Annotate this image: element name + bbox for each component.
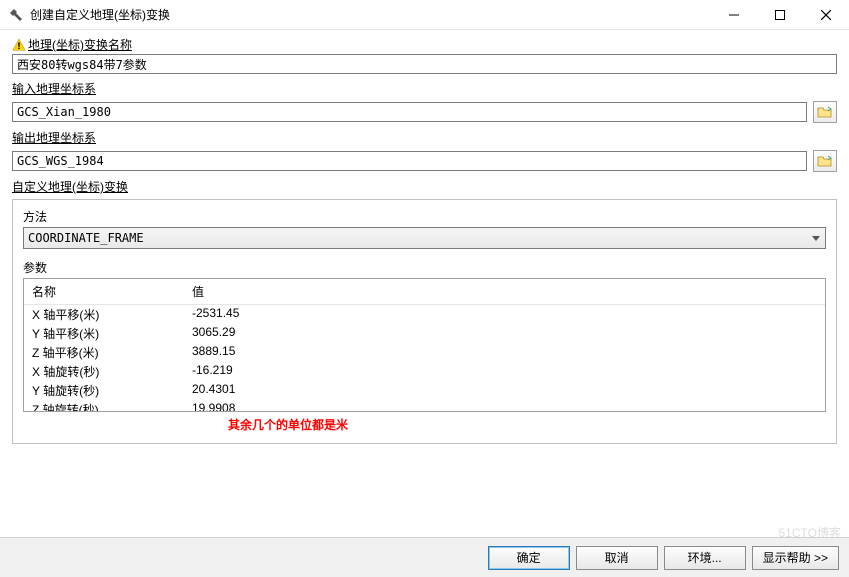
column-header-name[interactable]: 名称	[24, 279, 184, 304]
method-select[interactable]: COORDINATE_FRAME	[23, 227, 826, 249]
params-table: 名称 值 X 轴平移(米)-2531.45Y 轴平移(米)3065.29Z 轴平…	[23, 278, 826, 412]
name-input[interactable]	[12, 54, 837, 74]
param-row[interactable]: Y 轴旋转(秒)20.4301	[24, 381, 825, 400]
param-name: Y 轴平移(米)	[32, 325, 192, 342]
param-value[interactable]: -2531.45	[192, 306, 817, 323]
output-crs-label: 输出地理坐标系	[12, 129, 837, 146]
minimize-button[interactable]	[711, 0, 757, 29]
method-label: 方法	[23, 208, 826, 225]
maximize-button[interactable]	[757, 0, 803, 29]
window-titlebar: 创建自定义地理(坐标)变换	[0, 0, 849, 30]
output-crs-field[interactable]	[12, 151, 807, 171]
window-title: 创建自定义地理(坐标)变换	[30, 6, 711, 23]
show-help-button[interactable]: 显示帮助 >>	[752, 546, 839, 570]
param-name: Z 轴平移(米)	[32, 344, 192, 361]
custom-transform-label: 自定义地理(坐标)变换	[12, 178, 837, 195]
param-row[interactable]: Y 轴平移(米)3065.29	[24, 324, 825, 343]
param-name: Z 轴旋转(秒)	[32, 401, 192, 411]
param-value[interactable]: 19.9908	[192, 401, 817, 411]
param-name: X 轴平移(米)	[32, 306, 192, 323]
warning-icon	[12, 38, 26, 52]
param-row[interactable]: Z 轴平移(米)3889.15	[24, 343, 825, 362]
cancel-button[interactable]: 取消	[576, 546, 658, 570]
param-row[interactable]: Z 轴旋转(秒)19.9908	[24, 400, 825, 411]
close-button[interactable]	[803, 0, 849, 29]
note-others: 其余几个的单位都是米	[228, 416, 826, 433]
folder-open-icon	[817, 105, 833, 119]
param-value[interactable]: 3889.15	[192, 344, 817, 361]
ok-button[interactable]: 确定	[488, 546, 570, 570]
param-row[interactable]: X 轴旋转(秒)-16.219	[24, 362, 825, 381]
param-name: X 轴旋转(秒)	[32, 363, 192, 380]
environment-button[interactable]: 环境...	[664, 546, 746, 570]
param-value[interactable]: 3065.29	[192, 325, 817, 342]
params-scroll[interactable]: 名称 值 X 轴平移(米)-2531.45Y 轴平移(米)3065.29Z 轴平…	[24, 279, 825, 411]
output-crs-browse-button[interactable]	[813, 150, 837, 172]
column-header-value[interactable]: 值	[184, 279, 825, 304]
param-row[interactable]: X 轴平移(米)-2531.45	[24, 305, 825, 324]
custom-transform-box: 方法 COORDINATE_FRAME 参数 名称 值 X 轴平移(米)-253…	[12, 199, 837, 444]
input-crs-browse-button[interactable]	[813, 101, 837, 123]
name-label: 地理(坐标)变换名称	[28, 36, 132, 53]
input-crs-field[interactable]	[12, 102, 807, 122]
folder-open-icon	[817, 154, 833, 168]
param-value[interactable]: 20.4301	[192, 382, 817, 399]
param-name: Y 轴旋转(秒)	[32, 382, 192, 399]
dialog-footer: 确定 取消 环境... 显示帮助 >>	[0, 537, 849, 577]
input-crs-label: 输入地理坐标系	[12, 80, 837, 97]
hammer-icon	[8, 7, 24, 23]
params-label: 参数	[23, 259, 826, 276]
param-value[interactable]: -16.219	[192, 363, 817, 380]
